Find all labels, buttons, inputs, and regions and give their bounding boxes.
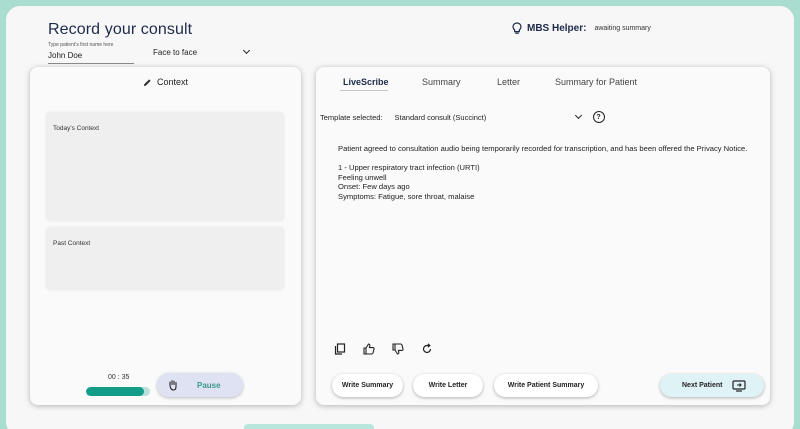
tab-bar: LiveScribe Summary Letter Summary for Pa… xyxy=(316,77,770,91)
active-tab-indicator xyxy=(340,90,388,91)
consent-text: Patient agreed to consultation audio bei… xyxy=(338,144,748,153)
recording-progress-bar xyxy=(86,387,150,396)
consult-mode-select[interactable]: Face to face xyxy=(153,46,251,58)
pause-button[interactable]: Pause xyxy=(157,373,243,397)
thumbs-down-icon[interactable] xyxy=(392,343,404,355)
pencil-icon xyxy=(143,78,151,86)
note-line: Onset: Few days ago xyxy=(338,182,410,191)
next-patient-icon xyxy=(732,379,747,392)
next-patient-button[interactable]: Next Patient xyxy=(660,374,764,397)
hand-icon xyxy=(169,380,177,391)
past-context-label: Past Context xyxy=(53,240,91,247)
bottom-tab-hint xyxy=(244,424,374,429)
chevron-down-icon xyxy=(242,46,251,55)
tab-summary-for-patient[interactable]: Summary for Patient xyxy=(555,77,637,87)
patient-name-label: Type patient's first name here xyxy=(48,42,114,48)
thumbs-up-icon[interactable] xyxy=(363,343,375,355)
lightbulb-icon xyxy=(512,22,522,34)
refresh-icon[interactable] xyxy=(421,343,433,355)
note-line: Symptoms: Fatigue, sore throat, malaise xyxy=(338,191,475,201)
chevron-down-icon xyxy=(574,111,582,120)
write-summary-button[interactable]: Write Summary xyxy=(332,374,403,397)
template-value: Standard consult (Succinct) xyxy=(394,112,487,122)
recording-progress-fill xyxy=(86,387,144,396)
copy-icon[interactable] xyxy=(334,343,346,355)
tab-letter[interactable]: Letter xyxy=(497,77,520,87)
write-letter-button[interactable]: Write Letter xyxy=(413,374,483,397)
tab-livescribe[interactable]: LiveScribe xyxy=(343,77,389,87)
note-actions xyxy=(334,343,433,355)
context-header[interactable]: Context xyxy=(30,77,301,87)
next-patient-label: Next Patient xyxy=(682,382,723,389)
mbs-helper-status: awaiting summary xyxy=(594,25,651,32)
note-lines: 1 - Upper respiratory tract infection (U… xyxy=(338,163,758,201)
context-heading: Context xyxy=(156,77,189,87)
todays-context-label: Today's Context xyxy=(53,125,100,132)
mbs-helper-label: MBS Helper: xyxy=(527,23,587,34)
patient-name-input[interactable]: John Doe xyxy=(48,51,134,64)
recording-timer: 00 : 35 xyxy=(108,374,130,381)
template-row: Template selected: Standard consult (Suc… xyxy=(320,111,605,123)
mbs-helper: MBS Helper: awaiting summary xyxy=(512,22,651,35)
template-select[interactable]: Standard consult (Succinct) xyxy=(394,111,583,122)
help-icon[interactable]: ? xyxy=(592,111,605,123)
tab-summary[interactable]: Summary xyxy=(422,77,461,87)
patient-name-field[interactable]: Type patient's first name here John Doe xyxy=(48,42,134,64)
past-context-box[interactable]: Past Context xyxy=(46,227,284,290)
pause-label: Pause xyxy=(197,380,221,390)
write-patient-summary-button[interactable]: Write Patient Summary xyxy=(494,374,598,397)
template-label: Template selected: xyxy=(320,112,383,122)
note-line: 1 - Upper respiratory tract infection (U… xyxy=(338,163,480,172)
note-panel: LiveScribe Summary Letter Summary for Pa… xyxy=(316,67,770,405)
note-content[interactable]: Patient agreed to consultation audio bei… xyxy=(338,144,758,201)
consult-mode-value: Face to face xyxy=(153,47,198,57)
context-panel: Context Today's Context Past Context 00 … xyxy=(30,67,301,405)
page-title: Record your consult xyxy=(48,21,193,38)
note-line: Feeling unwell xyxy=(338,172,387,182)
todays-context-box[interactable]: Today's Context xyxy=(46,112,284,221)
